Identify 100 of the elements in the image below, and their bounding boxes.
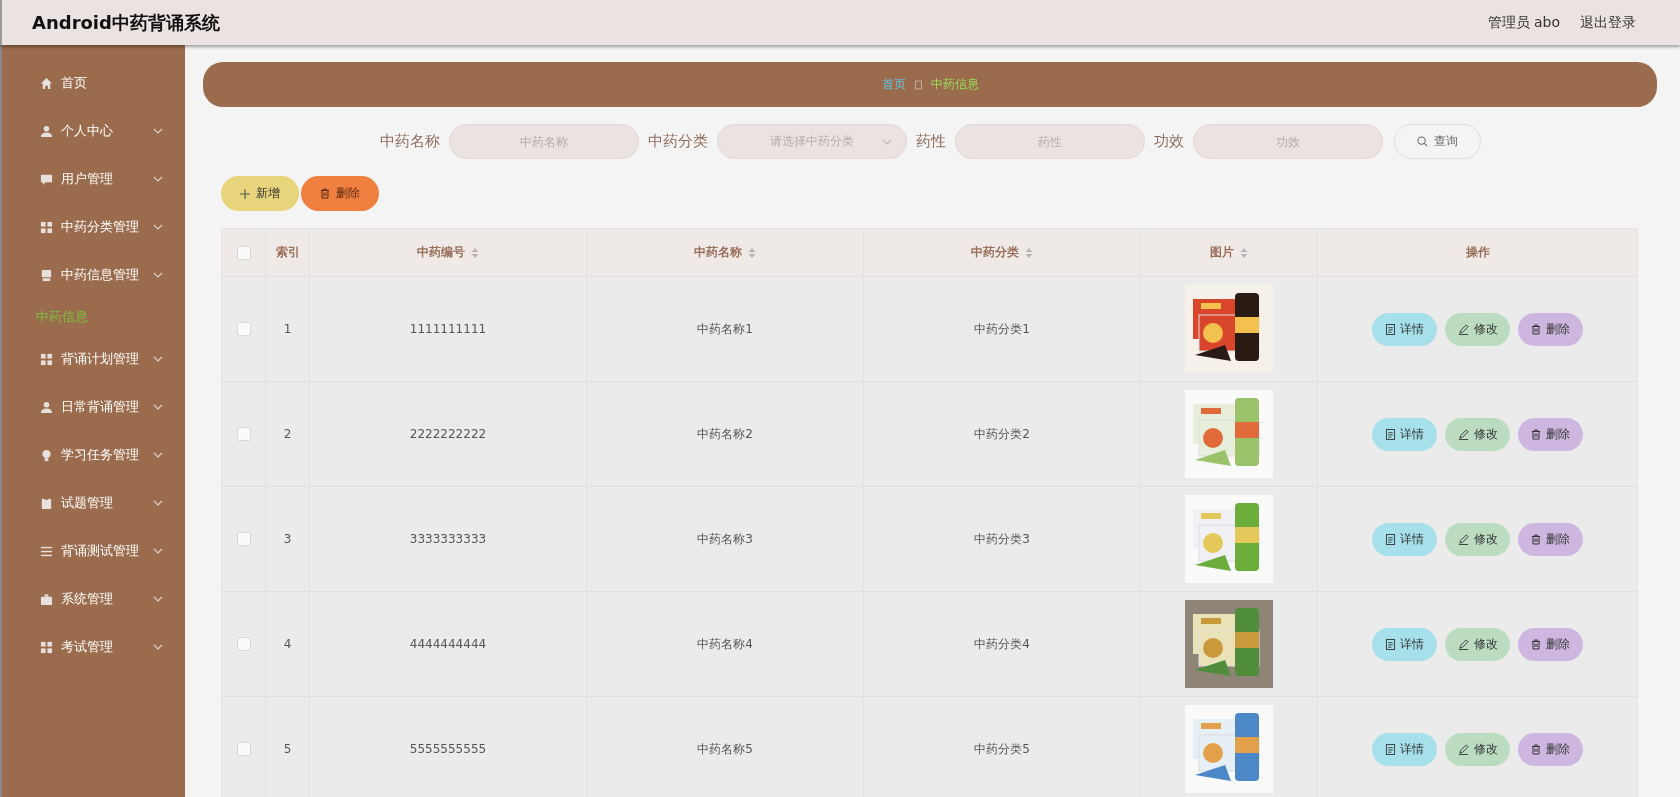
delete-button[interactable]: 删除 [1518, 627, 1583, 661]
checkbox[interactable] [236, 245, 251, 260]
search-field[interactable]: 药性 [954, 124, 1145, 159]
menu-item[interactable]: 系统管理 [2, 575, 185, 623]
sort-icon[interactable] [748, 246, 756, 259]
menu-item[interactable]: 中药信息管理 [2, 251, 185, 299]
chevron-icon [153, 272, 163, 278]
detail-button[interactable]: 详情 [1372, 522, 1437, 556]
table-cell: 4 [283, 637, 292, 651]
table-cell: 中药分类3 [974, 530, 1030, 548]
trash-icon [1531, 638, 1541, 650]
edit-button[interactable]: 修改 [1445, 627, 1510, 661]
trash-icon [1531, 323, 1541, 335]
pencil-icon [1457, 743, 1469, 755]
chevron-icon [153, 404, 163, 410]
column-header: 中药名称 [694, 244, 742, 261]
document-icon [1385, 743, 1395, 755]
menu-item[interactable]: 背诵测试管理 [2, 527, 185, 575]
checkbox[interactable] [236, 427, 251, 441]
menu-item[interactable]: 用户管理 [2, 155, 185, 203]
add-button[interactable]: 新增 [221, 176, 299, 211]
delete-button[interactable]: 删除 [1518, 312, 1583, 346]
chevron-icon [153, 452, 163, 458]
chevron-icon [153, 644, 163, 650]
search-button[interactable]: 查询 [1393, 124, 1481, 159]
chevron-icon [881, 139, 892, 145]
pencil-icon [1457, 638, 1469, 650]
case-icon [40, 592, 53, 606]
breadcrumb-link[interactable]: 中药信息 [930, 76, 979, 93]
checkbox[interactable] [236, 532, 251, 546]
app-title: Android中药背诵系统 [32, 10, 220, 35]
home-icon [40, 76, 53, 90]
box-icon [40, 268, 53, 282]
menu-item[interactable]: 中药分类管理 [2, 203, 185, 251]
logout-link[interactable]: 退出登录 [1580, 13, 1636, 32]
menu-item[interactable]: 背诵计划管理 [2, 335, 185, 383]
search-field[interactable]: 功效 [1192, 124, 1383, 159]
table-cell: 2 [283, 427, 292, 441]
pencil-icon [1457, 323, 1469, 335]
menu-item[interactable]: 考试管理 [2, 623, 185, 671]
delete-button[interactable]: 删除 [301, 176, 379, 211]
chevron-icon [153, 356, 163, 362]
pencil-icon [1457, 533, 1469, 545]
grid-icon [40, 352, 53, 366]
chevron-icon [153, 500, 163, 506]
detail-button[interactable]: 详情 [1372, 627, 1437, 661]
menu-item[interactable]: 试题管理 [2, 479, 185, 527]
menu-item[interactable]: 个人中心 [2, 107, 185, 155]
sort-icon[interactable] [1240, 246, 1248, 259]
edit-button[interactable]: 修改 [1445, 417, 1510, 451]
chevron-icon [153, 596, 163, 602]
chevron-icon [153, 548, 163, 554]
trash-icon [1531, 743, 1541, 755]
sort-icon[interactable] [1025, 246, 1033, 259]
edit-button[interactable]: 修改 [1445, 522, 1510, 556]
table-cell: 中药分类5 [974, 740, 1030, 758]
field-label: 药性 [915, 132, 946, 151]
table-cell: 3333333333 [409, 532, 487, 546]
delete-button[interactable]: 删除 [1518, 417, 1583, 451]
delete-button[interactable]: 删除 [1518, 522, 1583, 556]
menu-item[interactable]: 首页 [2, 59, 185, 107]
menu-item[interactable]: 日常背诵管理 [2, 383, 185, 431]
table-cell: 1 [283, 322, 292, 336]
search-icon [1416, 136, 1428, 147]
document-icon [1385, 323, 1395, 335]
detail-button[interactable]: 详情 [1372, 732, 1437, 766]
column-header: 操作 [1465, 244, 1490, 261]
search-field[interactable]: 中药名称 [448, 124, 639, 159]
edit-button[interactable]: 修改 [1445, 732, 1510, 766]
detail-button[interactable]: 详情 [1372, 312, 1437, 346]
document-icon [1385, 533, 1395, 545]
table-cell: 1111111111 [409, 322, 487, 336]
menu-item[interactable]: 学习任务管理 [2, 431, 185, 479]
table-cell: 中药名称3 [697, 530, 753, 548]
table-cell: 中药名称5 [697, 740, 753, 758]
field-label: 中药分类 [647, 132, 708, 151]
checkbox[interactable] [236, 322, 251, 336]
delete-button[interactable]: 删除 [1518, 732, 1583, 766]
chevron-icon [153, 128, 163, 134]
column-header: 图片 [1210, 244, 1234, 261]
detail-button[interactable]: 详情 [1372, 417, 1437, 451]
table-cell: 4444444444 [409, 637, 487, 651]
table-cell: 5555555555 [409, 742, 487, 756]
grid-icon [40, 220, 53, 234]
checkbox[interactable] [236, 637, 251, 651]
table-cell: 中药名称1 [697, 320, 753, 338]
sort-icon[interactable] [471, 246, 479, 259]
user-icon [40, 400, 53, 414]
checkbox[interactable] [236, 742, 251, 756]
column-header: 中药编号 [417, 244, 465, 261]
trash-icon [1531, 428, 1541, 440]
column-header: 索引 [275, 244, 300, 261]
chat-icon [40, 172, 53, 186]
field-label: 中药名称 [379, 132, 440, 151]
user-icon [40, 124, 53, 138]
edit-button[interactable]: 修改 [1445, 312, 1510, 346]
document-icon [1385, 638, 1395, 650]
table-cell: 中药分类2 [974, 425, 1030, 443]
table-cell: 中药分类1 [974, 320, 1030, 338]
table-cell: 中药分类4 [974, 635, 1030, 653]
